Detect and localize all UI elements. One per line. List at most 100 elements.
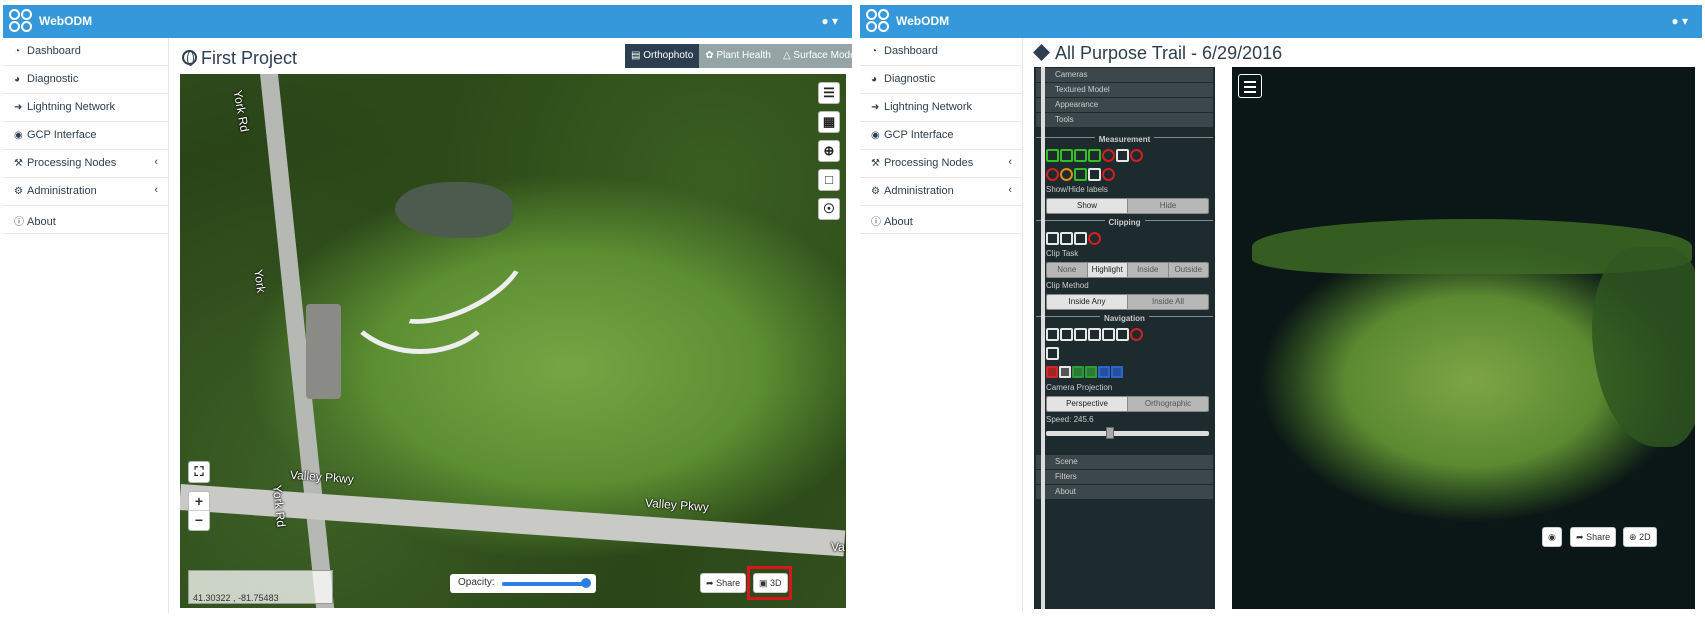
clip-volume-icon[interactable] [1046,232,1059,245]
user-menu-button[interactable]: ● ▾ [821,14,838,28]
clip-task-highlight-button[interactable]: Highlight [1087,263,1128,277]
sidebar-item-dashboard[interactable]: ◔ Dashboard [860,38,1022,66]
sidebar-item-administration[interactable]: ⚙ Administration ‹ [860,178,1022,206]
earth-controls-icon[interactable] [1046,328,1059,341]
view-2d-button[interactable]: ⊕ 2D [1623,527,1657,547]
orthophoto-map[interactable]: York Rd York York Rd Valley Pkwy Valley … [180,74,846,608]
clip-task-none-button[interactable]: None [1047,263,1088,277]
orbit-controls-icon[interactable] [1088,328,1101,341]
clip-task-outside-button[interactable]: Outside [1168,263,1208,277]
sidebar-item-lightning-network[interactable]: ➜ Lightning Network [3,94,168,122]
eye-icon[interactable]: ☉ [818,198,840,220]
sidebar-item-diagnostic[interactable]: ◕ Diagnostic [3,66,168,94]
gears-icon: ⚙ [871,186,880,197]
page-title: All Purpose Trail - 6/29/2016 [1033,43,1282,64]
back-view-icon[interactable] [1085,366,1097,378]
front-view-icon[interactable] [1059,366,1071,378]
clip-polygon-icon[interactable] [1060,232,1073,245]
accordion-textured-model[interactable]: Textured Model [1036,83,1213,97]
remove-clip-icon[interactable] [1088,232,1101,245]
hamburger-menu-icon[interactable] [1238,74,1262,98]
circle-tool-icon[interactable] [1102,149,1115,162]
sidebar-item-about[interactable]: ⓘ About [3,206,168,234]
clip-inside-all-button[interactable]: Inside All [1128,295,1208,309]
hide-labels-button[interactable]: Hide [1128,199,1208,213]
accordion-appearance[interactable]: Appearance [1036,98,1213,112]
navigation-tools-row-2 [1034,345,1215,364]
add-circle-icon[interactable]: ⊕ [818,140,840,162]
point-tool-icon[interactable] [1060,149,1073,162]
zoom-out-button[interactable]: − [189,511,209,530]
webodm-logo-icon[interactable] [866,9,890,33]
profile-tool-icon[interactable] [1074,168,1087,181]
camera-animation-icon[interactable] [1046,347,1059,360]
right-view-icon[interactable] [1098,366,1110,378]
tab-surface-model[interactable]: △ Surface Model [776,44,852,68]
chevron-left-icon[interactable]: ‹ [1008,184,1012,196]
perspective-button[interactable]: Perspective [1047,397,1128,411]
clip-inside-any-button[interactable]: Inside Any [1047,295,1128,309]
annotation-marker-icon[interactable] [1088,168,1101,181]
speed-slider[interactable] [1046,427,1209,439]
sidebar-item-administration[interactable]: ⚙ Administration ‹ [3,178,168,206]
volume-tool-icon[interactable] [1046,168,1059,181]
navigation-cube-icon[interactable] [1116,328,1129,341]
chevron-left-icon[interactable]: ‹ [1008,156,1012,168]
grid-icon[interactable]: ▦ [818,111,840,133]
focus-icon[interactable] [1102,328,1115,341]
distance-tool-icon[interactable] [1074,149,1087,162]
speed-slider-handle[interactable] [1106,427,1114,439]
opacity-slider-track[interactable] [502,582,587,586]
panel-scrollbar[interactable] [1041,67,1045,609]
sidebar-item-processing-nodes[interactable]: ⚒ Processing Nodes ‹ [3,150,168,178]
sphere-volume-tool-icon[interactable] [1060,168,1073,181]
show-labels-button[interactable]: Show [1047,199,1128,213]
sidebar-item-diagnostic[interactable]: ◕ Diagnostic [860,66,1022,94]
layers-icon[interactable]: ☰ [818,82,840,104]
measure-area-icon[interactable]: □ [818,169,840,191]
brand-name[interactable]: WebODM [896,14,949,28]
azimuth-tool-icon[interactable] [1116,149,1129,162]
left-view-icon[interactable] [1046,366,1058,378]
chevron-left-icon[interactable]: ‹ [154,184,158,196]
opacity-slider-handle[interactable] [581,578,591,588]
chevron-left-icon[interactable]: ‹ [154,156,158,168]
point-cloud-viewer[interactable]: ◉ ➦ Share ⊕ 2D [1232,67,1695,609]
brand-name[interactable]: WebODM [39,14,92,28]
accordion-about[interactable]: About [1036,485,1213,499]
right-webodm-window: WebODM ● ▾ ◔ Dashboard ◕ Diagnostic ➜ Light… [860,5,1702,613]
sidebar-item-dashboard[interactable]: ◔ Dashboard [3,38,168,66]
clip-screen-box-icon[interactable] [1074,232,1087,245]
accordion-filters[interactable]: Filters [1036,470,1213,484]
bottom-view-icon[interactable] [1111,366,1123,378]
orthographic-button[interactable]: Orthographic [1128,397,1208,411]
zoom-in-button[interactable]: + [189,492,209,511]
user-menu-button[interactable]: ● ▾ [1671,14,1688,28]
accordion-cameras[interactable]: Cameras [1036,68,1213,82]
area-tool-icon[interactable] [1130,149,1143,162]
share-button[interactable]: ➦ Share [700,573,747,593]
sidebar-item-gcp-interface[interactable]: ◉ GCP Interface [3,122,168,150]
sidebar-item-lightning-network[interactable]: ➜ Lightning Network [860,94,1022,122]
measurement-section-header: Measurement [1036,135,1213,147]
top-view-icon[interactable] [1072,366,1084,378]
sidebar-item-processing-nodes[interactable]: ⚒ Processing Nodes ‹ [860,150,1022,178]
tab-orthophoto[interactable]: ▤ Orthophoto [625,44,700,68]
globe-icon [182,50,197,66]
webodm-logo-icon[interactable] [9,9,33,33]
helicopter-controls-icon[interactable] [1074,328,1087,341]
sidebar-item-about[interactable]: ⓘ About [860,206,1022,234]
sidebar-item-gcp-interface[interactable]: ◉ GCP Interface [860,122,1022,150]
compass-icon[interactable] [1130,328,1143,341]
fly-controls-icon[interactable] [1060,328,1073,341]
clip-task-inside-button[interactable]: Inside [1128,263,1169,277]
camera-button[interactable]: ◉ [1542,527,1562,547]
accordion-tools[interactable]: Tools [1036,113,1213,127]
angle-tool-icon[interactable] [1046,149,1059,162]
share-button[interactable]: ➦ Share [1570,527,1617,547]
height-tool-icon[interactable] [1088,149,1101,162]
remove-measurements-icon[interactable] [1102,168,1115,181]
accordion-scene[interactable]: Scene [1036,455,1213,469]
fullscreen-icon[interactable]: ⛶ [188,461,210,483]
tab-plant-health[interactable]: ✿ Plant Health [699,44,777,68]
